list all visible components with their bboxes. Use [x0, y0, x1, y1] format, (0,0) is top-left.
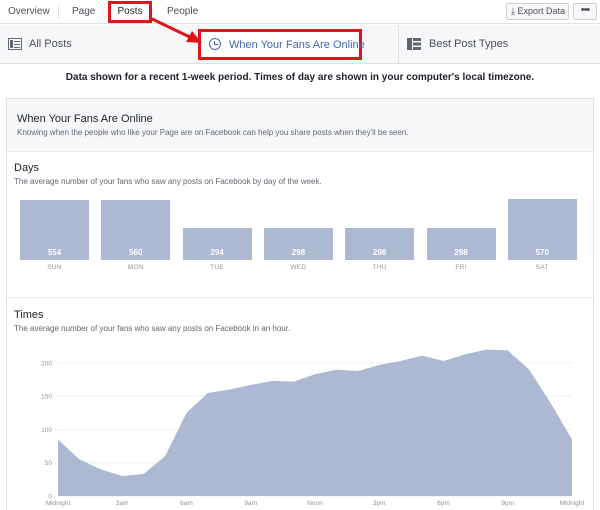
day-bar-value: 560	[129, 247, 143, 257]
day-bar-mon[interactable]: 560	[101, 199, 171, 260]
card-header: When Your Fans Are Online Knowing when t…	[7, 99, 593, 152]
day-bar-sun[interactable]: 554	[20, 200, 89, 260]
day-bar-fri[interactable]: 298	[426, 227, 496, 260]
day-bar-sat[interactable]: 570	[507, 198, 577, 260]
annotation-arrow	[149, 16, 202, 43]
times-area-chart: 050100150200Midnight 3am 6am 9am Noon 3pm 6pm 9…	[41, 349, 585, 507]
day-bar-value: 296	[373, 247, 387, 257]
day-axis-label: WED	[290, 264, 307, 271]
day-bar-value: 298	[291, 247, 306, 257]
day-bar-value: 294	[210, 247, 224, 257]
x-tick-label: Noon	[307, 500, 323, 507]
day-axis-label: FRI	[455, 264, 467, 271]
day-bar-thu[interactable]: 296	[345, 228, 415, 260]
day-axis-label: SAT	[535, 264, 549, 271]
card-subtitle: Knowing when the people who like your Pa…	[17, 128, 409, 137]
times-area-series	[58, 349, 572, 496]
days-section-title: Days	[14, 162, 40, 174]
times-section-subtitle: The average number of your fans who saw …	[14, 324, 291, 333]
y-tick-label: 50	[45, 460, 53, 467]
x-tick-label: 6pm	[437, 500, 450, 507]
day-bar-value: 298	[454, 247, 468, 257]
x-tick-label: Midnight	[560, 500, 585, 507]
section-divider	[7, 297, 593, 298]
x-tick-label: 6am	[180, 500, 193, 507]
x-tick-label: Midnight	[46, 500, 71, 507]
x-tick-label: 3am	[116, 500, 129, 507]
day-axis-label: TUE	[210, 264, 225, 271]
y-tick-label: 100	[41, 427, 52, 434]
day-bar-value: 554	[47, 247, 62, 257]
day-bar-wed[interactable]: 298	[263, 227, 333, 260]
data-period-note: Data shown for a recent 1-week period. T…	[65, 72, 535, 83]
fans-online-card: When Your Fans Are Online Knowing when t…	[6, 98, 594, 510]
day-bar-tue[interactable]: 294	[182, 228, 252, 260]
x-tick-label: 9pm	[501, 500, 514, 507]
day-axis-label: THU	[372, 264, 387, 271]
y-tick-label: 200	[41, 360, 52, 367]
times-section-title: Times	[14, 309, 44, 321]
card-title: When Your Fans Are Online	[17, 113, 153, 125]
day-axis-label: SUN	[47, 264, 62, 271]
x-tick-label: 3pm	[373, 500, 386, 507]
day-bar-value: 570	[535, 247, 549, 257]
days-section-subtitle: The average number of your fans who saw …	[14, 177, 322, 186]
y-tick-label: 150	[41, 394, 52, 401]
day-axis-label: MON	[127, 264, 144, 271]
days-bar-chart: 554 SUN 560 MON 294 TUE 298 WED 296 THU 298 FRI 570 S…	[20, 198, 580, 278]
x-tick-label: 9am	[244, 500, 257, 507]
